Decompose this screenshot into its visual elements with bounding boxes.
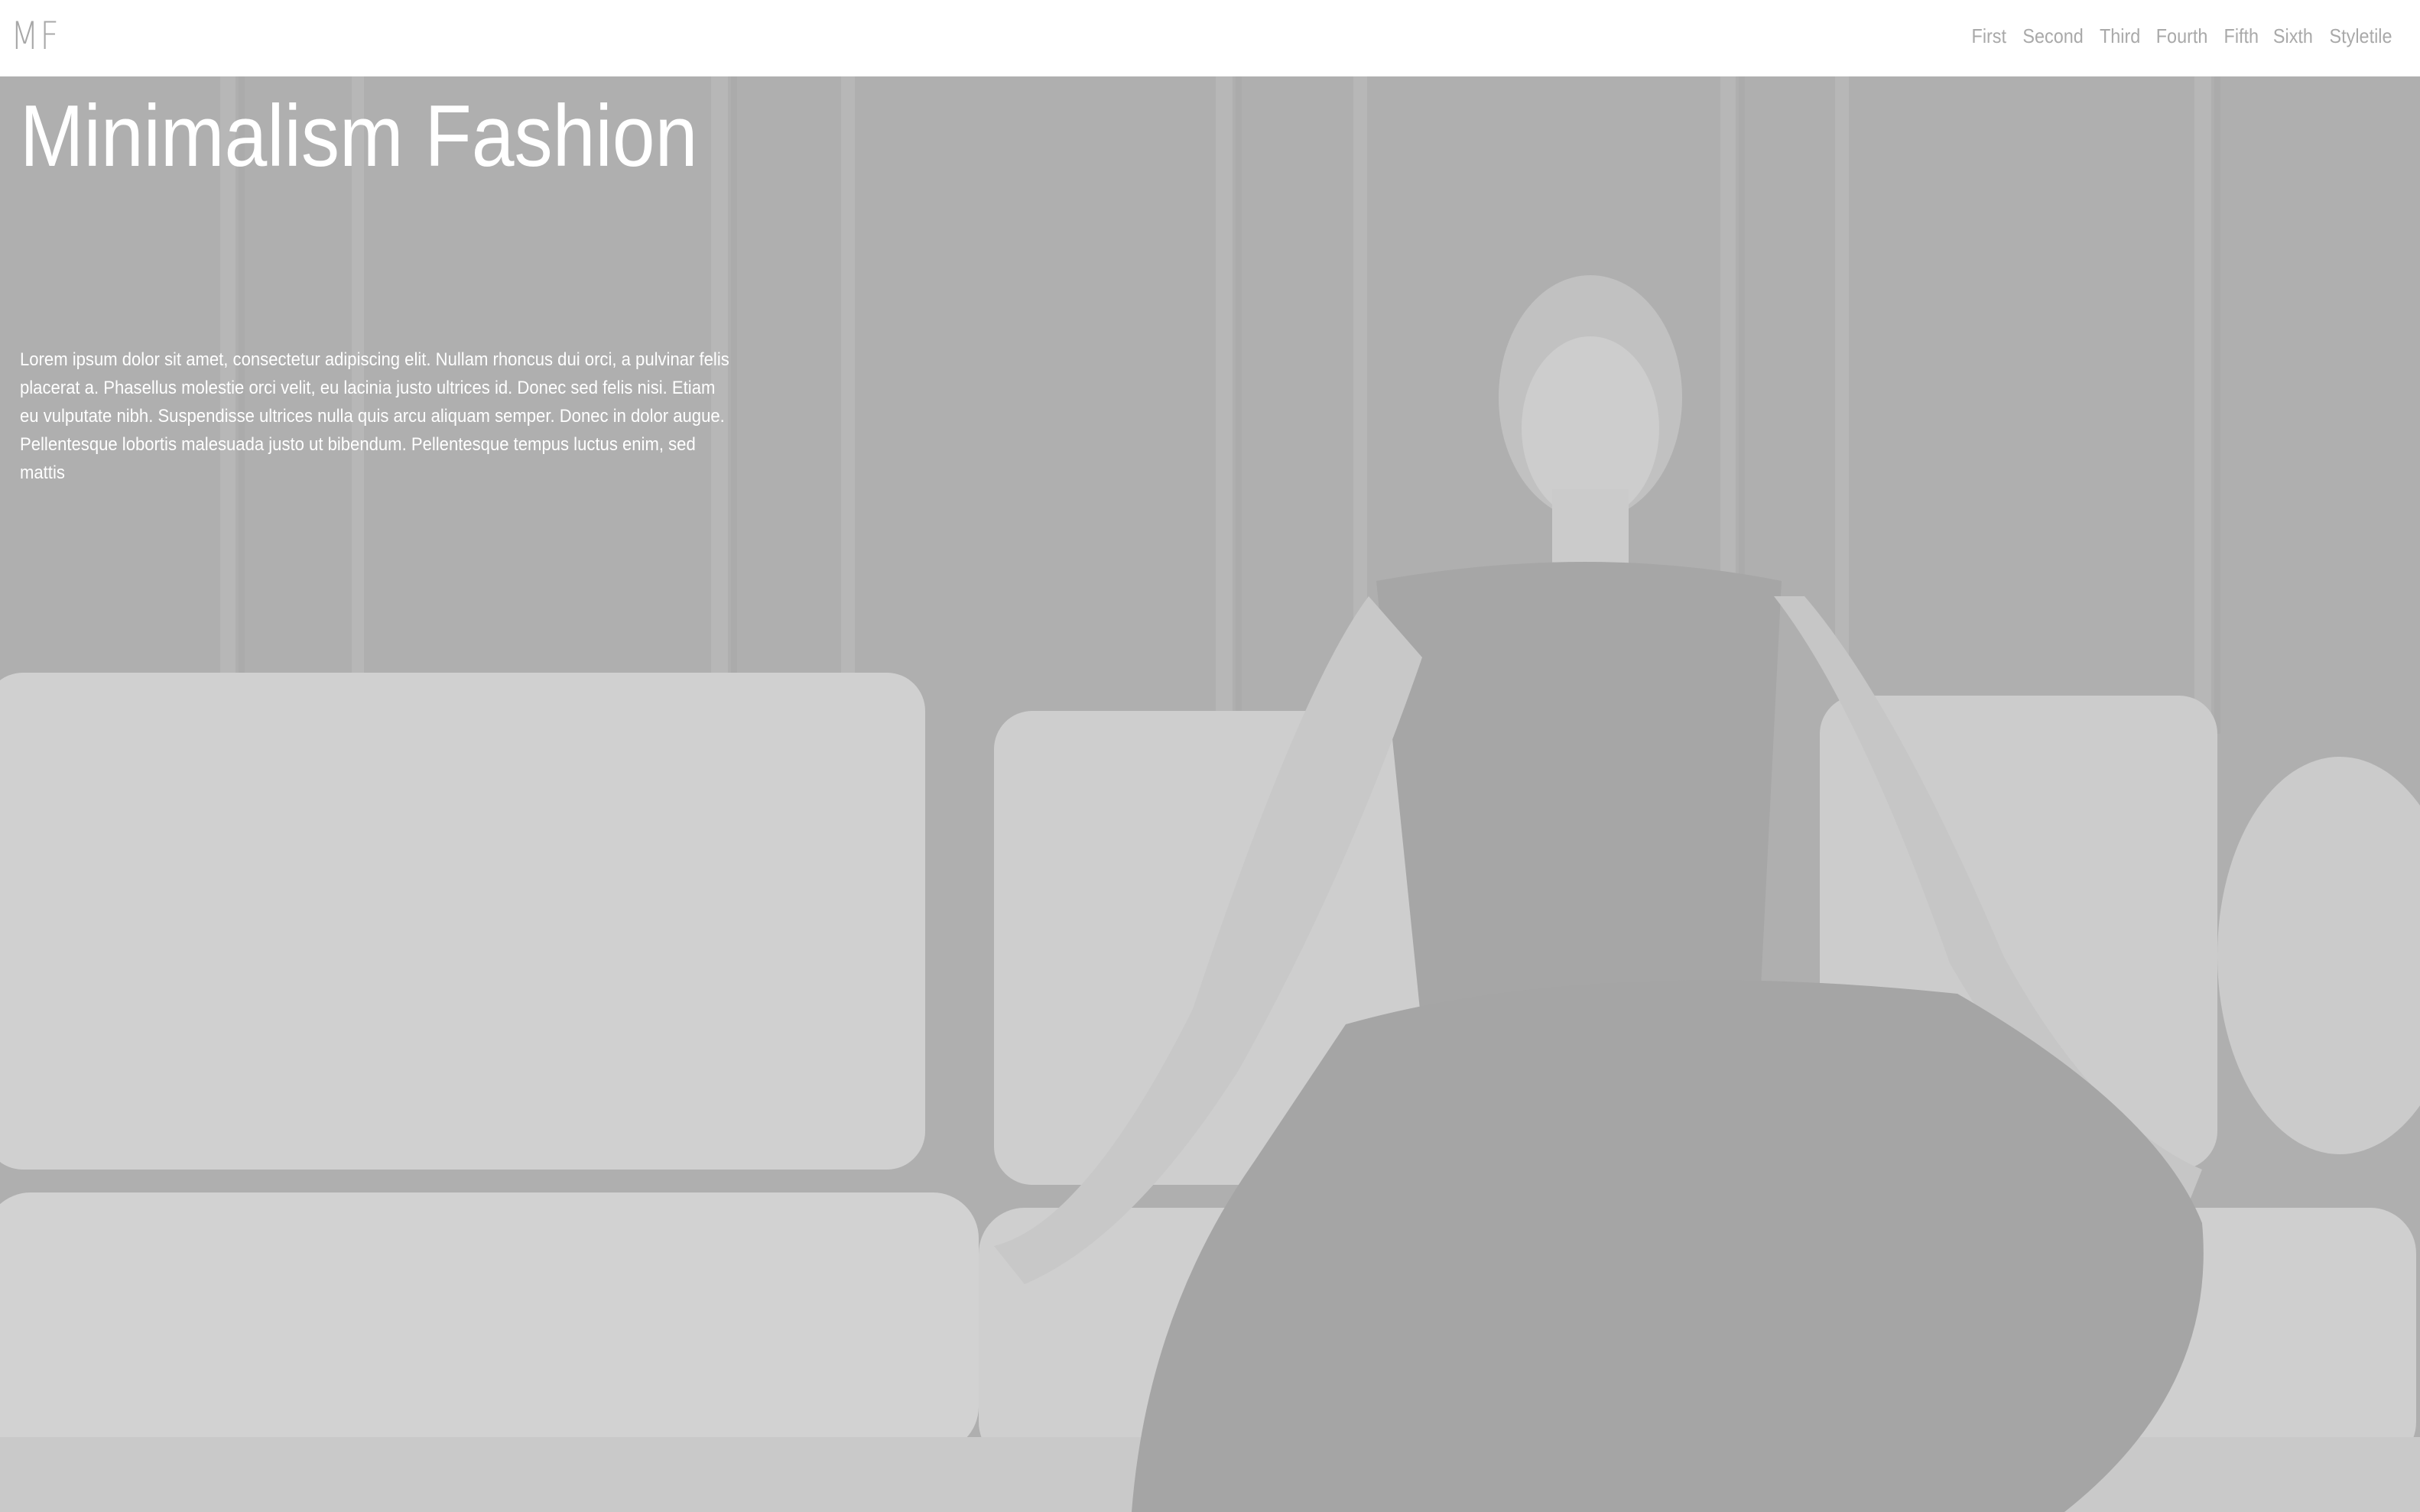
- nav-item-third[interactable]: Third: [2100, 26, 2140, 46]
- hero-overlay: [0, 76, 2420, 1512]
- site-logo[interactable]: MF: [11, 17, 60, 55]
- hero-title: Minimalism Fashion: [20, 88, 698, 185]
- nav-item-fourth[interactable]: Fourth: [2156, 26, 2208, 46]
- top-navigation-bar: MF First Second Third Fourth Fifth Sixth…: [0, 0, 2420, 76]
- main-nav: First Second Third Fourth Fifth Sixth St…: [1970, 26, 2396, 46]
- page: MF First Second Third Fourth Fifth Sixth…: [0, 0, 2420, 1512]
- nav-item-styletile[interactable]: Styletile: [2330, 26, 2392, 46]
- nav-item-sixth[interactable]: Sixth: [2273, 26, 2313, 46]
- nav-item-fifth[interactable]: Fifth: [2223, 26, 2259, 46]
- hero-section: [0, 76, 2420, 1512]
- nav-item-second[interactable]: Second: [2022, 26, 2083, 46]
- nav-item-first[interactable]: First: [1972, 26, 2006, 46]
- hero-description: Lorem ipsum dolor sit amet, consectetur …: [20, 349, 729, 483]
